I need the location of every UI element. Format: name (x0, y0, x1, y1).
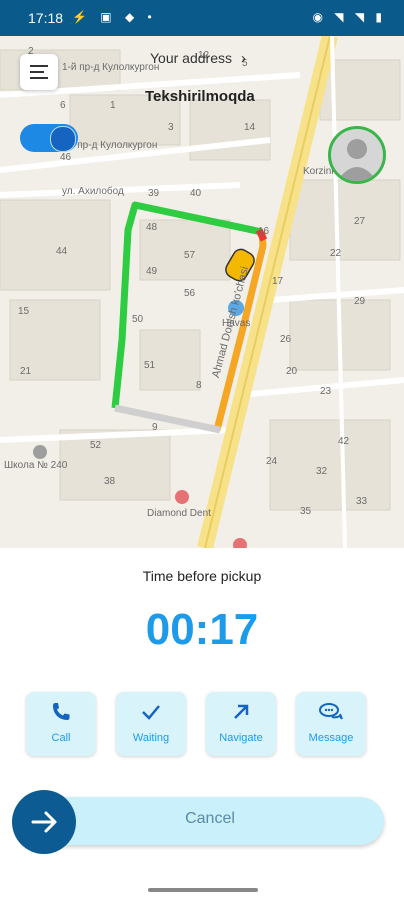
status-bar: 17:18 ⚡ ▣ ◆ • ◉ ◥ ◥ ▮ (0, 0, 404, 36)
map-house-number: 21 (20, 366, 32, 377)
map-house-number: 23 (320, 386, 332, 397)
menu-icon-line (30, 71, 44, 73)
map-house-number: 29 (354, 296, 366, 307)
cancel-label: Cancel (185, 810, 235, 827)
toggle-knob (50, 126, 76, 152)
waiting-button[interactable]: Waiting (116, 692, 186, 756)
map-house-number: 40 (190, 188, 202, 199)
address-status: Tekshirilmoqda (145, 88, 255, 105)
address-title[interactable]: Your address (150, 50, 232, 66)
map-place-label: Школа № 240 (4, 460, 68, 471)
map-house-number: 48 (146, 222, 158, 233)
navigate-label: Navigate (219, 732, 263, 744)
map-house-number: 32 (316, 466, 328, 477)
message-label: Message (308, 732, 354, 744)
map-canvas (0, 36, 404, 548)
avatar[interactable] (328, 126, 386, 184)
check-icon (116, 700, 186, 724)
map-street-label: 1-й пр-д Кулолкургон (62, 62, 160, 73)
arrow-up-right-icon (206, 700, 276, 724)
map-house-number: 38 (104, 476, 116, 487)
menu-icon-line (30, 77, 48, 79)
map-house-number: 24 (266, 456, 278, 467)
map-house-number: 8 (196, 380, 202, 391)
user-icon (337, 139, 377, 181)
map-house-number: 3 (168, 122, 174, 133)
chat-bubbles-icon (296, 700, 366, 724)
map-house-number: 15 (18, 306, 30, 317)
slide-handle[interactable] (12, 790, 76, 854)
map-house-number: 57 (184, 250, 196, 261)
map-view[interactable]: 1-й пр-д Кулолкургон 4-й пр-д Кулолкурго… (0, 36, 404, 548)
phone-icon (26, 700, 96, 724)
map-house-number: 42 (338, 436, 350, 447)
map-house-number: 1 (110, 100, 116, 111)
home-indicator (148, 888, 258, 892)
map-house-number: 56 (184, 288, 196, 299)
chevron-right-icon[interactable]: › (241, 50, 246, 67)
map-house-number: 35 (300, 506, 312, 517)
menu-icon-line (30, 65, 48, 67)
map-house-number: 20 (286, 366, 298, 377)
map-house-number: 52 (90, 440, 102, 451)
menu-button[interactable] (20, 54, 58, 90)
map-house-number: 46 (60, 152, 72, 163)
map-house-number: 9 (152, 422, 158, 433)
map-house-number: 33 (356, 496, 368, 507)
map-house-number: 16 (258, 226, 270, 237)
arrow-right-icon (31, 811, 57, 833)
waiting-label: Waiting (132, 732, 170, 744)
map-house-number: 44 (56, 246, 68, 257)
online-toggle[interactable] (20, 124, 78, 152)
status-right-icons: ◉ ◥ ◥ ▮ (312, 10, 386, 24)
map-street-label: ул. Ахилобод (62, 186, 124, 197)
call-button[interactable]: Call (26, 692, 96, 756)
map-place-label: Diamond Dent (147, 508, 211, 519)
message-button[interactable]: Message (296, 692, 366, 756)
map-house-number: 17 (272, 276, 284, 287)
pickup-timer: 00:17 (145, 605, 259, 654)
status-left-icons: ⚡ ▣ ◆ • (72, 10, 157, 24)
map-place-label: Havas (222, 318, 251, 329)
map-house-number: 51 (144, 360, 156, 371)
map-house-number: 14 (244, 122, 256, 133)
call-label: Call (51, 732, 71, 744)
map-house-number: 26 (280, 334, 292, 345)
status-time: 17:18 (28, 10, 64, 26)
navigate-button[interactable]: Navigate (206, 692, 276, 756)
map-house-number: 49 (146, 266, 158, 277)
map-house-number: 6 (60, 100, 66, 111)
map-house-number: 27 (354, 216, 366, 227)
map-house-number: 50 (132, 314, 144, 325)
map-house-number: 22 (330, 248, 342, 259)
pickup-label: Time before pickup (142, 568, 262, 584)
map-house-number: 39 (148, 188, 160, 199)
